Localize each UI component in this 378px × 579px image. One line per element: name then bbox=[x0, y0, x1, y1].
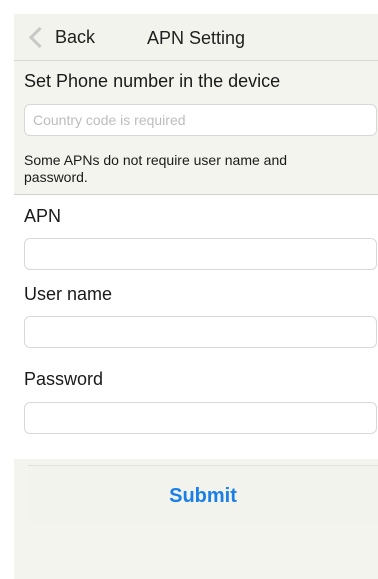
credentials-section: APN User name Password bbox=[14, 195, 378, 459]
apn-note: Some APNs do not require user name and p… bbox=[24, 152, 288, 185]
password-label: Password bbox=[24, 369, 104, 389]
back-label: Back bbox=[55, 26, 96, 47]
username-label: User name bbox=[24, 284, 113, 304]
form-content: Set Phone number in the device Some APNs… bbox=[14, 61, 378, 579]
app-screen: Back APN Setting Set Phone number in the… bbox=[0, 0, 378, 579]
back-button[interactable]: Back bbox=[28, 26, 96, 48]
phone-number-label: Set Phone number in the device bbox=[24, 71, 281, 91]
chevron-left-icon bbox=[28, 26, 51, 48]
navigation-bar: Back APN Setting bbox=[14, 14, 378, 61]
apn-field[interactable] bbox=[24, 238, 377, 270]
username-field[interactable] bbox=[24, 316, 377, 348]
status-bar bbox=[0, 0, 378, 14]
apn-label: APN bbox=[24, 206, 62, 226]
submit-button[interactable]: Submit bbox=[163, 484, 243, 509]
bottom-area bbox=[14, 525, 378, 579]
page-title: APN Setting bbox=[147, 28, 246, 48]
password-field[interactable] bbox=[24, 402, 377, 434]
submit-bar: Submit bbox=[28, 465, 378, 526]
phone-number-field[interactable] bbox=[24, 104, 377, 136]
